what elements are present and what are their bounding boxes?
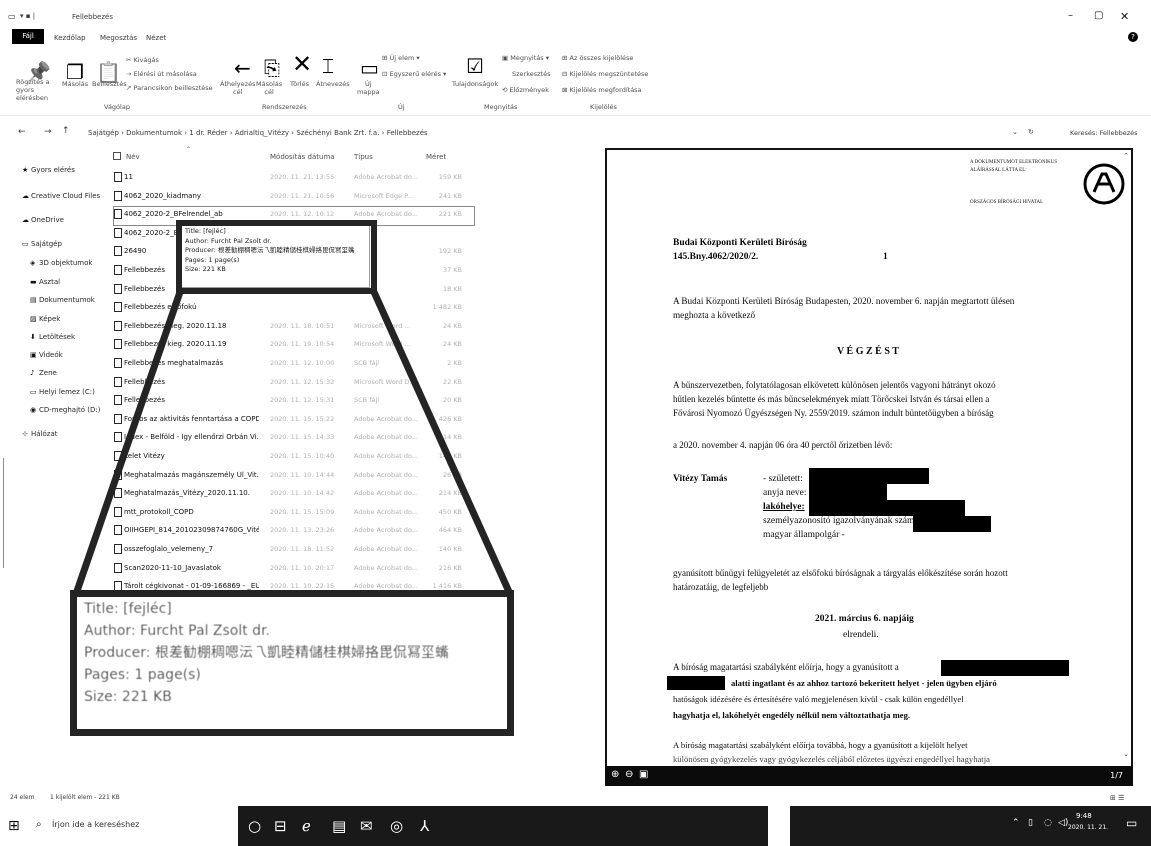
edge-icon[interactable]: ℯ bbox=[302, 818, 311, 834]
clock-time[interactable]: 9:48 bbox=[1076, 812, 1092, 820]
status-bar: 24 elem 1 kijelölt elem - 221 KB bbox=[0, 792, 600, 806]
doc-paragraph: A bíróság magatartási szabályként előírj… bbox=[673, 662, 899, 672]
doc-paragraph: A bűnszervezetben, folytatólagosan elköv… bbox=[673, 380, 996, 390]
doc-paragraph: A bíróság magatartási szabályként előírj… bbox=[673, 740, 968, 750]
born-label: - született: bbox=[763, 474, 803, 484]
mail-icon[interactable]: ✉ bbox=[360, 818, 373, 834]
selection-info: 1 kijelölt elem - 221 KB bbox=[50, 794, 120, 801]
court-name: Budai Központi Kerületi Bíróság bbox=[673, 238, 807, 248]
deadline-date: 2021. március 6. napjáig bbox=[815, 614, 914, 624]
refresh-icon[interactable]: ↻ bbox=[1028, 128, 1034, 136]
system-tray: ⌃ ▯ ◌ ◁) 9:48 2020. 11. 21. ▭ bbox=[790, 806, 1151, 846]
fit-page-icon[interactable]: ▣ bbox=[639, 769, 648, 780]
doc-paragraph: határozatáig, de legfeljebb bbox=[673, 582, 769, 592]
doc-paragraph: A Budai Központi Kerületi Bíróság Budape… bbox=[673, 296, 1015, 306]
doc-paragraph: hatóságok idézésére és értesítésére való… bbox=[673, 694, 964, 704]
ordered-text: elrendeli. bbox=[843, 630, 879, 640]
scroll-down-icon[interactable]: ⌄ bbox=[1123, 750, 1129, 758]
clock-date[interactable]: 2020. 11. 21. bbox=[1068, 824, 1108, 831]
taskbar-search-input[interactable]: Írjon ide a kereséshez bbox=[52, 820, 139, 829]
doc-paragraph: meghozta a következő bbox=[673, 310, 756, 320]
tray-arrow-icon[interactable]: ⌃ bbox=[1012, 818, 1020, 828]
preview-pane: A DOKUMENTUMOT ELEKTRONIKUS ALÁÍRÁSSAL L… bbox=[605, 148, 1133, 786]
redaction bbox=[667, 676, 725, 690]
zoom-title: Title: [fejléc] bbox=[84, 601, 172, 617]
zoomed-tooltip: Title: [fejléc] Author: Furcht Pal Zsolt… bbox=[84, 598, 504, 728]
page-counter: 1/7 bbox=[1110, 771, 1123, 780]
case-number: 145.Bny.4062/2020/2. bbox=[673, 252, 759, 262]
doc-paragraph: alatti ingatlant és az ahhoz tartozó bek… bbox=[731, 678, 997, 688]
stamp-line-3: ORSZÁGOS BÍRÓSÁGI HIVATAL bbox=[970, 200, 1044, 205]
idcard-label: személyazonosító igazolványának száma: bbox=[763, 516, 922, 526]
file-explorer-icon[interactable]: ▤ bbox=[332, 818, 346, 834]
taskbar-app-icon[interactable]: ⊟ bbox=[274, 818, 287, 834]
zoom-out-icon[interactable]: ⊖ bbox=[625, 769, 633, 780]
network-tray-icon[interactable]: ◌ bbox=[1044, 818, 1052, 828]
doc-paragraph: hűtlen kezelés bűntette és más bűncselek… bbox=[673, 394, 990, 404]
doc-paragraph: hagyhatja el, lakóhelyét engedély nélkül… bbox=[673, 710, 911, 720]
maximize-button[interactable]: ▢ bbox=[1094, 10, 1103, 21]
doc-paragraph: különösen gyógykezelés vagy gyógykezelés… bbox=[673, 754, 990, 764]
battery-icon[interactable]: ▯ bbox=[1028, 818, 1033, 828]
scroll-up-icon[interactable]: ⌃ bbox=[1123, 152, 1129, 160]
stamp-line-2: ALÁÍRÁSSAL LÁTTA EL: bbox=[970, 168, 1027, 173]
redaction bbox=[809, 468, 929, 484]
notification-icon[interactable]: ▭ bbox=[1126, 816, 1137, 830]
volume-icon[interactable]: ◁) bbox=[1058, 818, 1068, 828]
search-input[interactable]: Keresés: Fellebbezés bbox=[1070, 129, 1138, 137]
stamp-line-1: A DOKUMENTUMOT ELEKTRONIKUS bbox=[970, 160, 1058, 165]
redaction bbox=[809, 484, 887, 500]
item-count: 24 elem bbox=[10, 794, 35, 801]
doc-paragraph: gyanúsított bűnügyi felügyeletét az első… bbox=[673, 568, 1008, 578]
home-label: lakóhelye: bbox=[763, 502, 805, 512]
doc-paragraph: a 2020. november 4. napján 06 óra 40 per… bbox=[673, 440, 893, 450]
zoom-pages: Pages: 1 page(s) bbox=[84, 667, 201, 683]
taskbar-apps: ○ ⊟ ℯ ▤ ✉ ◎ ⅄ bbox=[238, 806, 768, 846]
search-icon: ⌕ bbox=[36, 819, 42, 830]
preview-toolbar: ⊕ ⊖ ▣ 1/7 bbox=[605, 766, 1133, 786]
scan-artifact bbox=[0, 458, 4, 568]
mother-label: anyja neve: bbox=[763, 488, 807, 498]
zoom-producer: Producer: 根差勧棚稠嗯沄乁凱睦精儲桂棋婦挌毘侃冩坙蟕 bbox=[84, 645, 449, 661]
zoom-author: Author: Furcht Pal Zsolt dr. bbox=[84, 623, 270, 639]
redaction bbox=[809, 500, 965, 516]
chrome-icon[interactable]: ◎ bbox=[390, 818, 403, 834]
windows-start-icon[interactable]: ⊞ bbox=[8, 818, 20, 834]
acrobat-icon[interactable]: ⅄ bbox=[420, 818, 429, 834]
dropdown-icon[interactable]: ⌄ bbox=[1012, 128, 1018, 136]
page-number: 1 bbox=[883, 252, 888, 262]
task-view-icon[interactable]: ○ bbox=[248, 818, 261, 834]
zoom-size: Size: 221 KB bbox=[84, 689, 172, 705]
doc-heading: V É G Z É S T bbox=[837, 346, 899, 357]
redaction bbox=[913, 516, 991, 532]
defendant-name: Vitézy Tamás bbox=[673, 474, 728, 484]
redaction bbox=[941, 660, 1069, 676]
zoom-in-icon[interactable]: ⊕ bbox=[611, 769, 619, 780]
zoom-connector bbox=[72, 290, 514, 596]
citizen-label: magyar állampolgár - bbox=[763, 530, 845, 540]
court-logo-icon bbox=[1083, 163, 1125, 205]
doc-paragraph: Fővárosi Nyomozó Ügyészségen Ny. 2559/20… bbox=[673, 408, 994, 418]
view-toggle-icon[interactable]: ⊞ ☰ bbox=[1110, 794, 1124, 802]
help-icon[interactable]: ? bbox=[1128, 32, 1138, 42]
minimize-button[interactable]: – bbox=[1068, 10, 1073, 21]
close-button[interactable]: ✕ bbox=[1120, 10, 1129, 23]
